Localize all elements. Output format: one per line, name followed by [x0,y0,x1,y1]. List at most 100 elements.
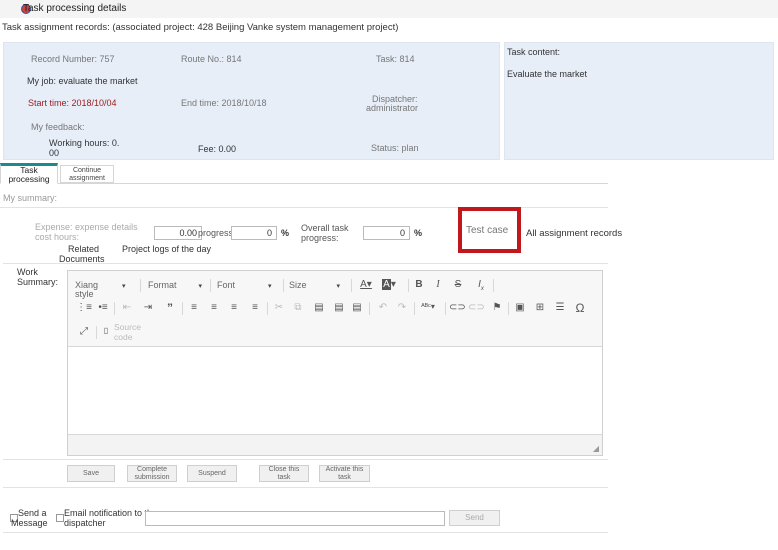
paste-text-icon[interactable]: ▤ [331,302,347,313]
expense-input[interactable]: 0.00 [154,226,202,240]
separator [351,279,352,292]
unlink-icon[interactable]: ⊂⊃ [468,302,485,313]
resize-grip-icon[interactable]: ◢ [593,444,599,453]
tabs-divider [0,183,608,184]
divider [3,459,608,460]
chevron-down-icon: ▾ [122,283,126,290]
chevron-down-icon: ▾ [268,283,272,290]
spell-check-icon[interactable]: ᴬᴮᶜ▾ [420,302,436,311]
maximize-icon[interactable]: ⤢ [76,326,92,337]
working-hours-line2: 00 [49,148,60,158]
text-color-icon[interactable]: A▾ [358,279,374,290]
source-code-label-line1[interactable]: Source [114,322,141,332]
source-code-label-line2[interactable]: code [114,332,132,342]
route-no: Route No.: 814 [181,54,242,64]
message-input[interactable] [145,511,445,526]
email-notification-checkbox[interactable] [56,514,64,522]
editor-status-bar: ◢ [68,434,602,455]
style-combo-line2: style [75,289,94,299]
dispatcher-value: administrator [366,103,419,113]
anchor-flag-icon[interactable]: ⚑ [489,302,505,313]
window-titlebar: Task processing details [0,0,778,18]
status: Status: plan [371,143,419,153]
format-combo[interactable]: Format ▾ [148,280,202,290]
send-message-line2: Message [11,518,48,528]
source-code-icon[interactable]: ▯ [98,326,114,335]
test-case-link[interactable]: Test case [466,225,508,236]
editor-content-area[interactable] [68,348,602,434]
paste-icon[interactable]: ▤ [311,302,327,313]
editor-toolbar: Xiang ▾ style Format ▾ Font ▾ Size ▾ A▾ A▾ B… [68,271,602,347]
decrease-indent-icon[interactable]: ⇤ [119,302,135,313]
separator [369,302,370,315]
strikethrough-icon[interactable]: S [450,279,466,290]
button-label-line1: Close this [268,466,300,473]
tab-label-line2: processing [8,174,50,184]
separator [445,302,446,315]
font-combo[interactable]: Font ▾ [217,280,272,290]
background-color-icon[interactable]: A▾ [381,279,397,290]
activate-task-button[interactable]: Activate this task [319,465,370,482]
redo-icon[interactable]: ↷ [394,302,410,313]
my-feedback: My feedback: [31,122,85,132]
italic-icon[interactable]: I [430,279,446,290]
send-message-line1: Send a [18,508,47,518]
separator [283,279,284,292]
separator [508,302,509,315]
blockquote-icon[interactable]: ” [162,301,178,315]
justify-icon[interactable]: ≡ [247,302,263,313]
tab-continue-assignment[interactable]: Continue assignment [60,165,114,183]
progress-percent: % [281,228,290,238]
copy-icon[interactable]: ⧉ [290,302,306,313]
window-title: Task processing details [23,3,127,14]
horizontal-line-icon[interactable]: ☰ [552,302,568,313]
remove-format-icon[interactable]: Ix [473,279,489,292]
related-documents-line1[interactable]: Related [68,244,99,254]
task-number: Task: 814 [376,54,415,64]
save-button[interactable]: Save [67,465,115,482]
overall-progress-input[interactable]: 0 [363,226,410,240]
my-job: My job: evaluate the market [27,76,138,86]
button-label-line2: task [277,473,291,481]
complete-submission-button[interactable]: Complete submission [127,465,177,482]
align-right-icon[interactable]: ≡ [226,302,242,313]
progress-input[interactable]: 0 [231,226,277,240]
numbered-list-icon[interactable]: ⋮≡ [76,302,92,313]
project-logs-link[interactable]: Project logs of the day [122,244,211,254]
separator [414,302,415,315]
progress-label: progress: [198,228,236,238]
separator [493,279,494,292]
size-combo[interactable]: Size ▾ [289,280,340,290]
overall-progress-percent: % [414,228,423,238]
send-button[interactable]: Send [449,510,500,526]
special-character-icon[interactable]: Ω [572,301,588,315]
expense-label-line1: Expense: expense details [35,222,138,232]
paste-from-word-icon[interactable]: ▤ [349,302,365,313]
bulleted-list-icon[interactable]: •≡ [95,302,111,313]
align-center-icon[interactable]: ≡ [206,302,222,313]
separator [114,302,115,315]
suspend-button[interactable]: Suspend [187,465,237,482]
undo-icon[interactable]: ↶ [375,302,391,313]
table-icon[interactable]: ⊞ [532,302,548,313]
email-notification-line1: Email notification to the [64,508,158,518]
image-icon[interactable]: ▣ [512,302,528,313]
record-number: Record Number: 757 [31,54,115,64]
cut-icon[interactable]: ✂ [271,302,287,313]
tab-task-processing[interactable]: Task processing [0,163,58,184]
link-icon[interactable]: ⊂⊃ [449,302,466,313]
all-assignment-records-link[interactable]: All assignment records [526,228,622,239]
increase-indent-icon[interactable]: ⇥ [140,302,156,313]
close-task-button[interactable]: Close this task [259,465,309,482]
divider [3,532,608,533]
record-info-panel: Record Number: 757 Route No.: 814 Task: … [3,42,500,160]
divider [3,263,608,264]
working-hours-line1: Working hours: 0. [49,138,120,148]
task-content-label: Task content: [507,47,561,57]
separator [182,302,183,315]
records-title: Task assignment records: (associated pro… [2,22,399,33]
bold-icon[interactable]: B [411,279,427,290]
align-left-icon[interactable]: ≡ [186,302,202,313]
tab-label-line2: assignment [69,175,105,182]
test-case-highlight[interactable]: Test case [458,207,521,253]
